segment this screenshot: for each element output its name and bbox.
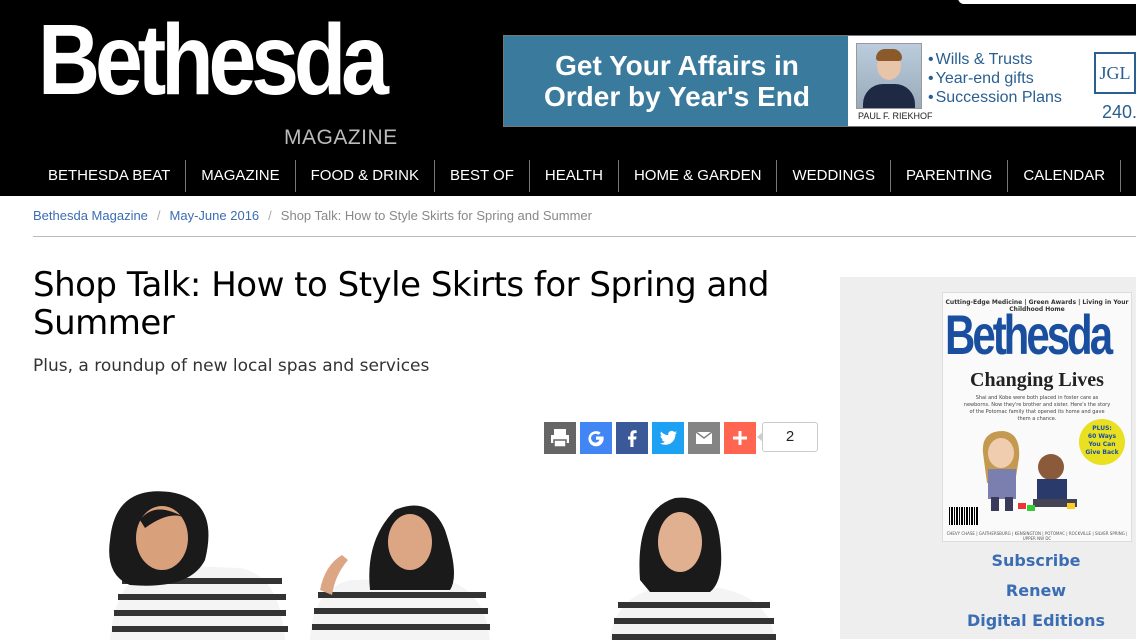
- breadcrumb: Bethesda Magazine / May-June 2016 / Shop Tal…: [33, 208, 592, 223]
- renew-link[interactable]: Renew: [840, 579, 1136, 609]
- cover-bottom-line: CHEVY CHASE | GAITHERSBURG | KENSINGTON …: [946, 531, 1128, 541]
- nav-item-best-of[interactable]: BEST OF: [433, 160, 529, 192]
- ad-services-list: Wills & Trusts Year-end gifts Succession…: [928, 50, 1062, 107]
- model-photo-2: [310, 505, 490, 640]
- cover-masthead: Bethesda: [945, 303, 1113, 366]
- breadcrumb-separator: /: [156, 208, 161, 223]
- banner-ad[interactable]: Get Your Affairs in Order by Year's End …: [503, 35, 1136, 127]
- ad-service-item: Wills & Trusts: [928, 50, 1062, 69]
- email-icon[interactable]: [688, 422, 720, 454]
- subscribe-link[interactable]: Subscribe: [840, 549, 1136, 579]
- facebook-icon[interactable]: [616, 422, 648, 454]
- breadcrumb-separator: /: [268, 208, 272, 223]
- sidebar-links: Subscribe Renew Digital Editions: [840, 549, 1136, 639]
- nav-item-food-drink[interactable]: FOOD & DRINK: [294, 160, 434, 192]
- twitter-icon[interactable]: [652, 422, 684, 454]
- ad-service-item: Year-end gifts: [928, 69, 1062, 88]
- share-count: 2: [757, 422, 818, 452]
- nav-item-weddings[interactable]: WEDDINGS: [776, 160, 890, 192]
- cover-badge: PLUS: 60 Ways You Can Give Back: [1079, 419, 1125, 465]
- breadcrumb-link-home[interactable]: Bethesda Magazine: [33, 208, 148, 223]
- breadcrumb-current: Shop Talk: How to Style Skirts for Sprin…: [280, 208, 592, 223]
- site-logo-subtext: MAGAZINE: [284, 126, 398, 149]
- nav-item-calendar[interactable]: CALENDAR: [1007, 160, 1120, 192]
- cover-barcode: [949, 507, 979, 525]
- article-title: Shop Talk: How to Style Skirts for Sprin…: [33, 265, 769, 343]
- nav-item-parenting[interactable]: PARENTING: [889, 160, 1007, 192]
- ad-person-caption: PAUL F. RIEKHOF: [858, 111, 933, 121]
- plus-icon[interactable]: [724, 422, 756, 454]
- ad-headline: Get Your Affairs in Order by Year's End: [543, 50, 811, 112]
- model-photo-3: [610, 497, 776, 640]
- site-logo[interactable]: Bethesda: [38, 10, 389, 110]
- magazine-cover[interactable]: Cutting-Edge Medicine | Green Awards | L…: [942, 292, 1132, 542]
- share-bar: 2: [544, 422, 818, 454]
- ad-service-item: Succession Plans: [928, 88, 1062, 107]
- cover-deck: Shai and Kobe were both placed in foster…: [963, 395, 1111, 422]
- print-icon[interactable]: [544, 422, 576, 454]
- nav-item-health[interactable]: HEALTH: [528, 160, 618, 192]
- ad-phone: 240.: [1102, 102, 1136, 122]
- nav-item-home-garden[interactable]: HOME & GARDEN: [617, 160, 777, 192]
- google-icon[interactable]: [580, 422, 612, 454]
- breadcrumb-link-issue[interactable]: May-June 2016: [170, 208, 260, 223]
- ad-person-photo: [856, 43, 922, 109]
- cover-headline: Changing Lives: [970, 369, 1104, 391]
- cover-photo-children: [982, 431, 1077, 511]
- divider: [33, 236, 1136, 237]
- ad-logo: JGL: [1094, 52, 1136, 94]
- article-subtitle: Plus, a roundup of new local spas and se…: [33, 356, 430, 376]
- ad-headline-panel: Get Your Affairs in Order by Year's End: [504, 36, 848, 126]
- nav-item-truncated[interactable]: S: [1120, 160, 1136, 192]
- nav-item-bethesda-beat[interactable]: BETHESDA BEAT: [33, 160, 185, 192]
- main-nav: BETHESDA BEAT MAGAZINE FOOD & DRINK BEST…: [33, 160, 1136, 192]
- nav-item-magazine[interactable]: MAGAZINE: [185, 160, 294, 192]
- site-header: Bethesda MAGAZINE Get Your Affairs in Or…: [0, 0, 1136, 196]
- digital-editions-link[interactable]: Digital Editions: [840, 609, 1136, 639]
- search-bar[interactable]: [958, 0, 1136, 4]
